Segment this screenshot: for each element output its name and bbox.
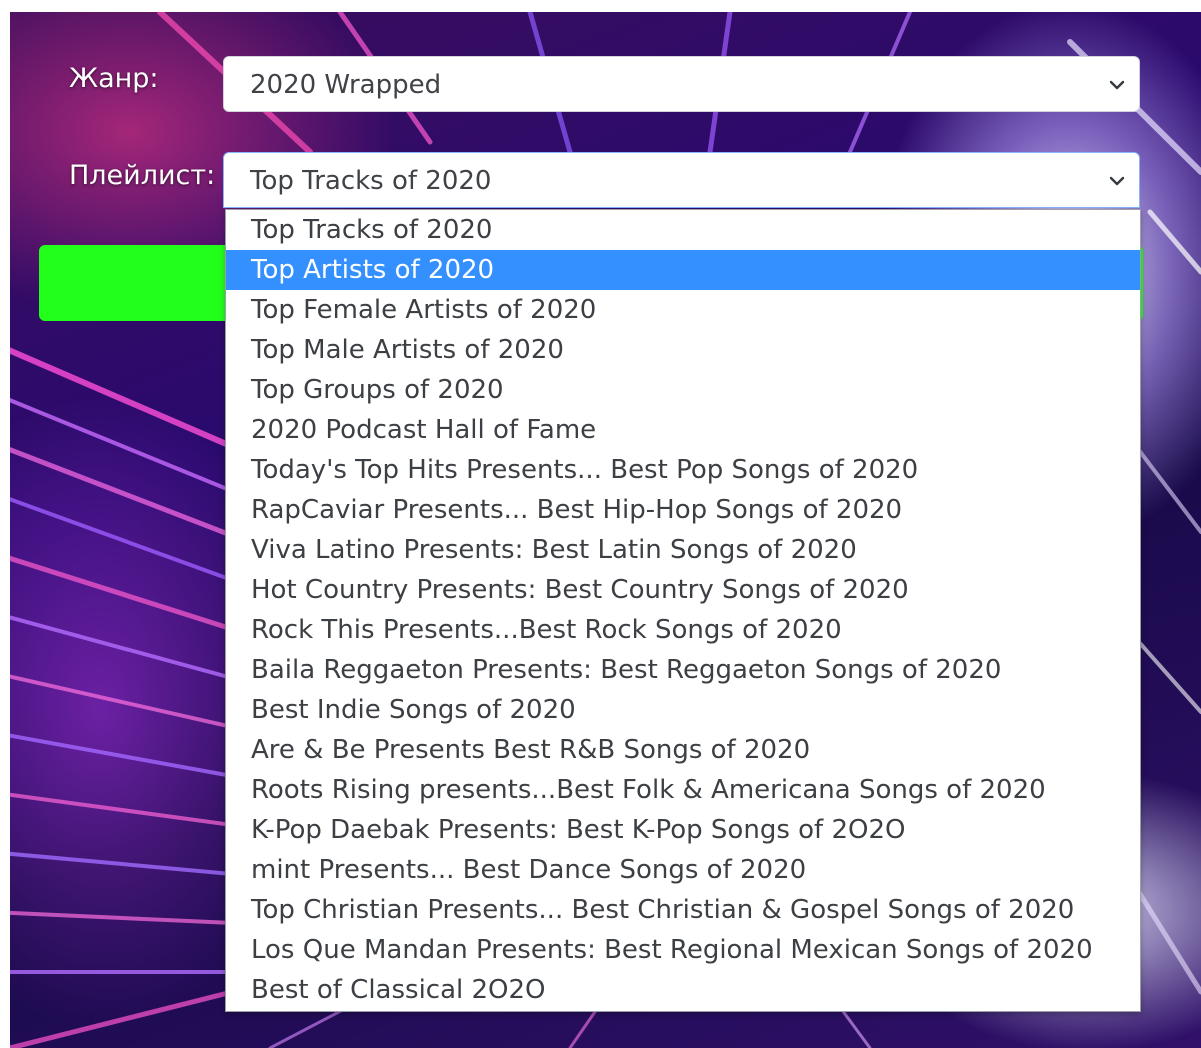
dropdown-option[interactable]: Today's Top Hits Presents... Best Pop So… — [226, 450, 1140, 490]
dropdown-option[interactable]: K-Pop Daebak Presents: Best K-Pop Songs … — [226, 810, 1140, 850]
dropdown-option-highlighted[interactable]: Top Artists of 2020 — [226, 250, 1140, 290]
chevron-down-icon — [1109, 80, 1125, 90]
dropdown-option[interactable]: Viva Latino Presents: Best Latin Songs o… — [226, 530, 1140, 570]
genre-label: Жанр: — [69, 63, 159, 94]
dropdown-option[interactable]: Top Christian Presents... Best Christian… — [226, 890, 1140, 930]
dropdown-option[interactable]: Rock This Presents...Best Rock Songs of … — [226, 610, 1140, 650]
genre-select[interactable]: 2020 Wrapped — [223, 56, 1140, 112]
dropdown-option[interactable]: Baila Reggaeton Presents: Best Reggaeton… — [226, 650, 1140, 690]
genre-select-value: 2020 Wrapped — [250, 70, 442, 100]
dropdown-option[interactable]: mint Presents... Best Dance Songs of 202… — [226, 850, 1140, 890]
playlist-label: Плейлист: — [69, 160, 216, 191]
playlist-select-value: Top Tracks of 2020 — [250, 166, 492, 196]
dropdown-option[interactable]: Top Male Artists of 2020 — [226, 330, 1140, 370]
dropdown-option[interactable]: Best of Classical 2O2O — [226, 970, 1140, 1010]
dropdown-option[interactable]: RapCaviar Presents... Best Hip-Hop Songs… — [226, 490, 1140, 530]
dropdown-option[interactable]: Are & Be Presents Best R&B Songs of 2020 — [226, 730, 1140, 770]
playlist-dropdown-list[interactable]: Top Tracks of 2020 Top Artists of 2020 T… — [225, 209, 1141, 1012]
dropdown-option[interactable]: Best Indie Songs of 2020 — [226, 690, 1140, 730]
page: Жанр: 2020 Wrapped Плейлист: Top Tracks … — [0, 0, 1201, 1048]
chevron-down-icon — [1109, 176, 1125, 186]
submit-button[interactable] — [39, 245, 239, 321]
dropdown-option[interactable]: Top Groups of 2020 — [226, 370, 1140, 410]
dropdown-option[interactable]: Hot Country Presents: Best Country Songs… — [226, 570, 1140, 610]
dropdown-option[interactable]: 2020 Podcast Hall of Fame — [226, 410, 1140, 450]
dropdown-option[interactable]: Top Female Artists of 2020 — [226, 290, 1140, 330]
dropdown-option[interactable]: Los Que Mandan Presents: Best Regional M… — [226, 930, 1140, 970]
playlist-select[interactable]: Top Tracks of 2020 — [223, 152, 1140, 208]
dropdown-option[interactable]: Top Tracks of 2020 — [226, 210, 1140, 250]
dropdown-option[interactable]: Roots Rising presents...Best Folk & Amer… — [226, 770, 1140, 810]
